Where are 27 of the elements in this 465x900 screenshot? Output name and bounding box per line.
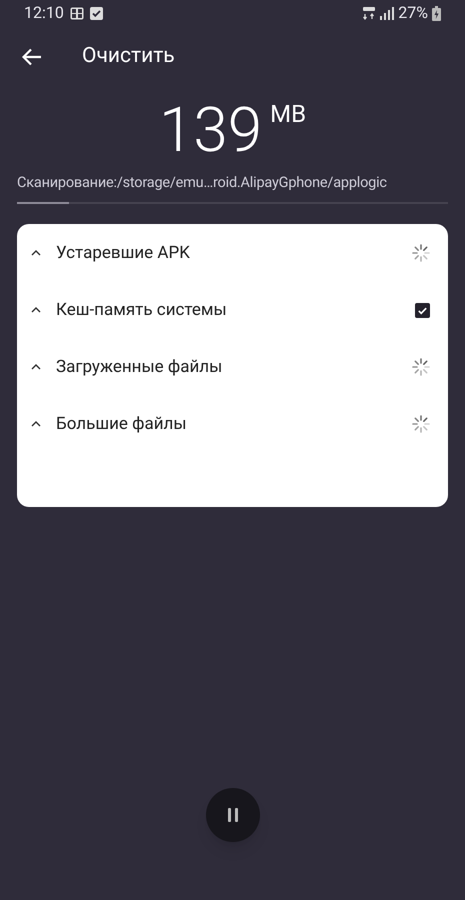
status-time: 12:10 — [24, 2, 64, 24]
category-row[interactable]: Большие файлы — [17, 396, 448, 453]
scanned-size: 139 — [158, 100, 262, 162]
screen-title: Очистить — [82, 43, 175, 70]
category-row[interactable]: Устаревшие APK — [17, 224, 448, 282]
check-notification-icon — [90, 6, 103, 20]
battery-charging-icon — [432, 6, 441, 20]
expand-icon[interactable] — [31, 307, 41, 314]
pause-icon — [226, 807, 238, 823]
signal-icon — [380, 6, 394, 20]
category-row[interactable]: Загруженные файлы — [17, 338, 448, 396]
category-label: Устаревшие APK — [56, 242, 191, 264]
category-label: Загруженные файлы — [56, 356, 224, 378]
mobile-data-icon — [362, 6, 376, 20]
back-button[interactable] — [22, 47, 42, 67]
size-unit: MB — [270, 102, 306, 126]
pause-button[interactable] — [206, 788, 260, 842]
expand-icon[interactable] — [31, 250, 41, 256]
notification-icon — [70, 6, 84, 20]
expand-icon[interactable] — [31, 364, 41, 370]
scan-path: Сканирование:/storage/emu…roid.AlipayGphone/applogic — [17, 173, 388, 193]
checkbox[interactable] — [415, 302, 430, 318]
battery-percent: 27% — [398, 2, 428, 24]
category-label: Большие файлы — [56, 412, 188, 436]
category-label: Кеш-память системы — [56, 298, 228, 322]
expand-icon[interactable] — [31, 421, 41, 428]
category-row[interactable]: Кеш-память системы — [17, 282, 448, 339]
